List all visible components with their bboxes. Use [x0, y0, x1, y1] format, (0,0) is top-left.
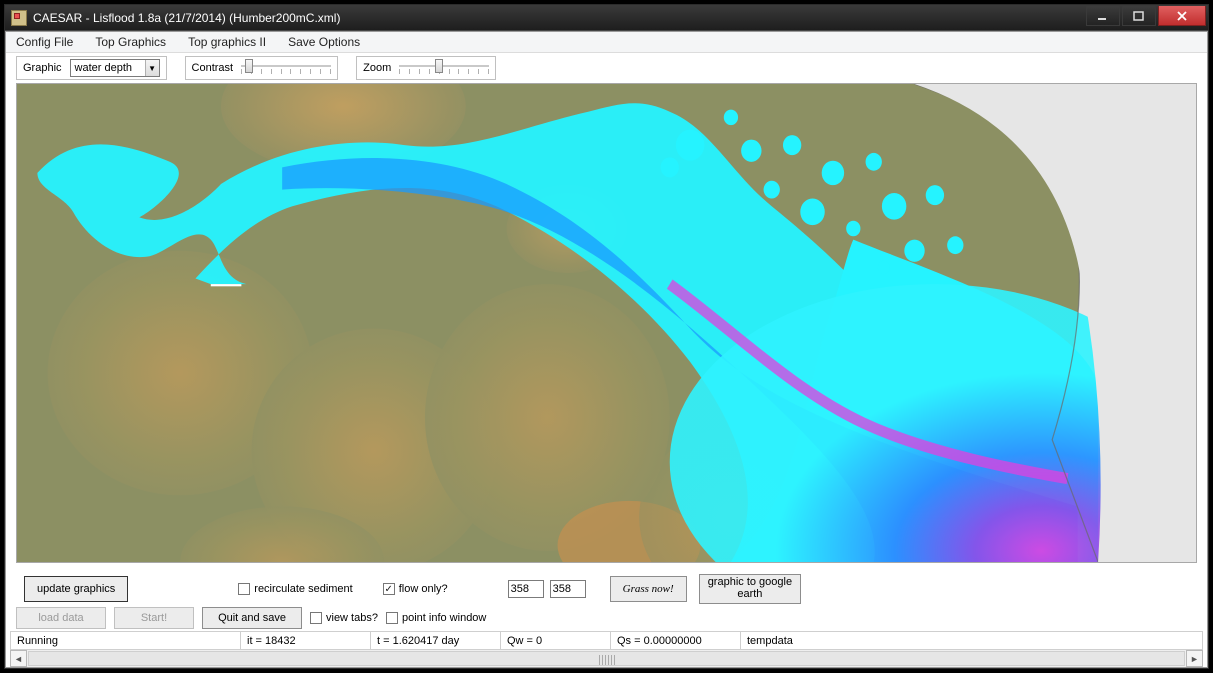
bottom-row-1: update graphics recirculate sediment ✓ f… — [16, 573, 1197, 605]
load-data-button[interactable]: load data — [16, 607, 106, 629]
app-icon — [11, 10, 27, 26]
quit-and-save-button[interactable]: Quit and save — [202, 607, 302, 629]
checkbox-icon — [310, 612, 322, 624]
contrast-label: Contrast — [192, 62, 234, 74]
graphic-select[interactable]: water depth ▼ — [70, 59, 160, 77]
minimize-button[interactable] — [1086, 6, 1120, 26]
chevron-down-icon: ▼ — [145, 60, 159, 76]
menu-top-graphics[interactable]: Top Graphics — [91, 34, 170, 50]
recirculate-sediment-label: recirculate sediment — [254, 583, 352, 595]
recirculate-sediment-checkbox[interactable]: recirculate sediment — [238, 583, 352, 595]
flow-only-label: flow only? — [399, 583, 448, 595]
close-icon — [1176, 11, 1188, 21]
close-button[interactable] — [1158, 6, 1206, 26]
scroll-left-icon[interactable]: ◄ — [10, 650, 27, 667]
checkbox-icon — [238, 583, 250, 595]
window-inner: CAESAR - Lisflood 1.8a (21/7/2014) (Humb… — [4, 4, 1209, 669]
status-running: Running — [11, 632, 241, 650]
toolbar: Graphic water depth ▼ Contrast Zoom — [6, 53, 1207, 83]
maximize-button[interactable] — [1122, 6, 1156, 26]
scroll-right-icon[interactable]: ► — [1186, 650, 1203, 667]
point-info-label: point info window — [402, 612, 486, 624]
numeric-input-1[interactable]: 358 — [508, 580, 544, 598]
toolbar-contrast-group: Contrast — [185, 56, 339, 80]
menu-config-file[interactable]: Config File — [12, 34, 77, 50]
menubar: Config File Top Graphics Top graphics II… — [6, 32, 1207, 53]
numeric-input-2[interactable]: 358 — [550, 580, 586, 598]
status-tempdata: tempdata — [741, 632, 1202, 650]
titlebar[interactable]: CAESAR - Lisflood 1.8a (21/7/2014) (Humb… — [5, 5, 1208, 31]
contrast-slider[interactable] — [241, 59, 331, 77]
minimize-icon — [1097, 11, 1109, 21]
window-title: CAESAR - Lisflood 1.8a (21/7/2014) (Humb… — [33, 11, 1084, 25]
toolbar-graphic-group: Graphic water depth ▼ — [16, 56, 167, 80]
bottom-row-2: load data Start! Quit and save view tabs… — [16, 605, 1197, 631]
graphic-label: Graphic — [23, 62, 62, 74]
map-svg — [17, 84, 1196, 562]
graphic-to-google-earth-button[interactable]: graphic to google earth — [699, 574, 801, 604]
checkbox-icon — [386, 612, 398, 624]
graphic-select-value: water depth — [75, 62, 132, 74]
window-controls — [1084, 6, 1206, 26]
status-bar: Running it = 18432 t = 1.620417 day Qw =… — [10, 631, 1203, 649]
status-time: t = 1.620417 day — [371, 632, 501, 650]
view-tabs-label: view tabs? — [326, 612, 378, 624]
point-info-checkbox[interactable]: point info window — [386, 612, 486, 624]
view-tabs-checkbox[interactable]: view tabs? — [310, 612, 378, 624]
maximize-icon — [1133, 11, 1145, 21]
status-iterations: it = 18432 — [241, 632, 371, 650]
flow-only-checkbox[interactable]: ✓ flow only? — [383, 583, 448, 595]
zoom-slider[interactable] — [399, 59, 489, 77]
update-graphics-button[interactable]: update graphics — [24, 576, 128, 602]
map-canvas[interactable] — [16, 83, 1197, 563]
menu-top-graphics-2[interactable]: Top graphics II — [184, 34, 270, 50]
menu-save-options[interactable]: Save Options — [284, 34, 364, 50]
zoom-label: Zoom — [363, 62, 391, 74]
grass-now-button[interactable]: Grass now! — [610, 576, 687, 602]
google-earth-line2: earth — [737, 589, 762, 601]
horizontal-scrollbar[interactable]: ◄ ► — [10, 649, 1203, 667]
status-qw: Qw = 0 — [501, 632, 611, 650]
toolbar-zoom-group: Zoom — [356, 56, 496, 80]
window-frame: CAESAR - Lisflood 1.8a (21/7/2014) (Humb… — [0, 0, 1213, 673]
scroll-thumb[interactable] — [28, 651, 1185, 666]
start-button[interactable]: Start! — [114, 607, 194, 629]
status-qs: Qs = 0.00000000 — [611, 632, 741, 650]
client-area: Config File Top Graphics Top graphics II… — [5, 31, 1208, 668]
checkbox-icon: ✓ — [383, 583, 395, 595]
bottom-panel: update graphics recirculate sediment ✓ f… — [6, 563, 1207, 667]
